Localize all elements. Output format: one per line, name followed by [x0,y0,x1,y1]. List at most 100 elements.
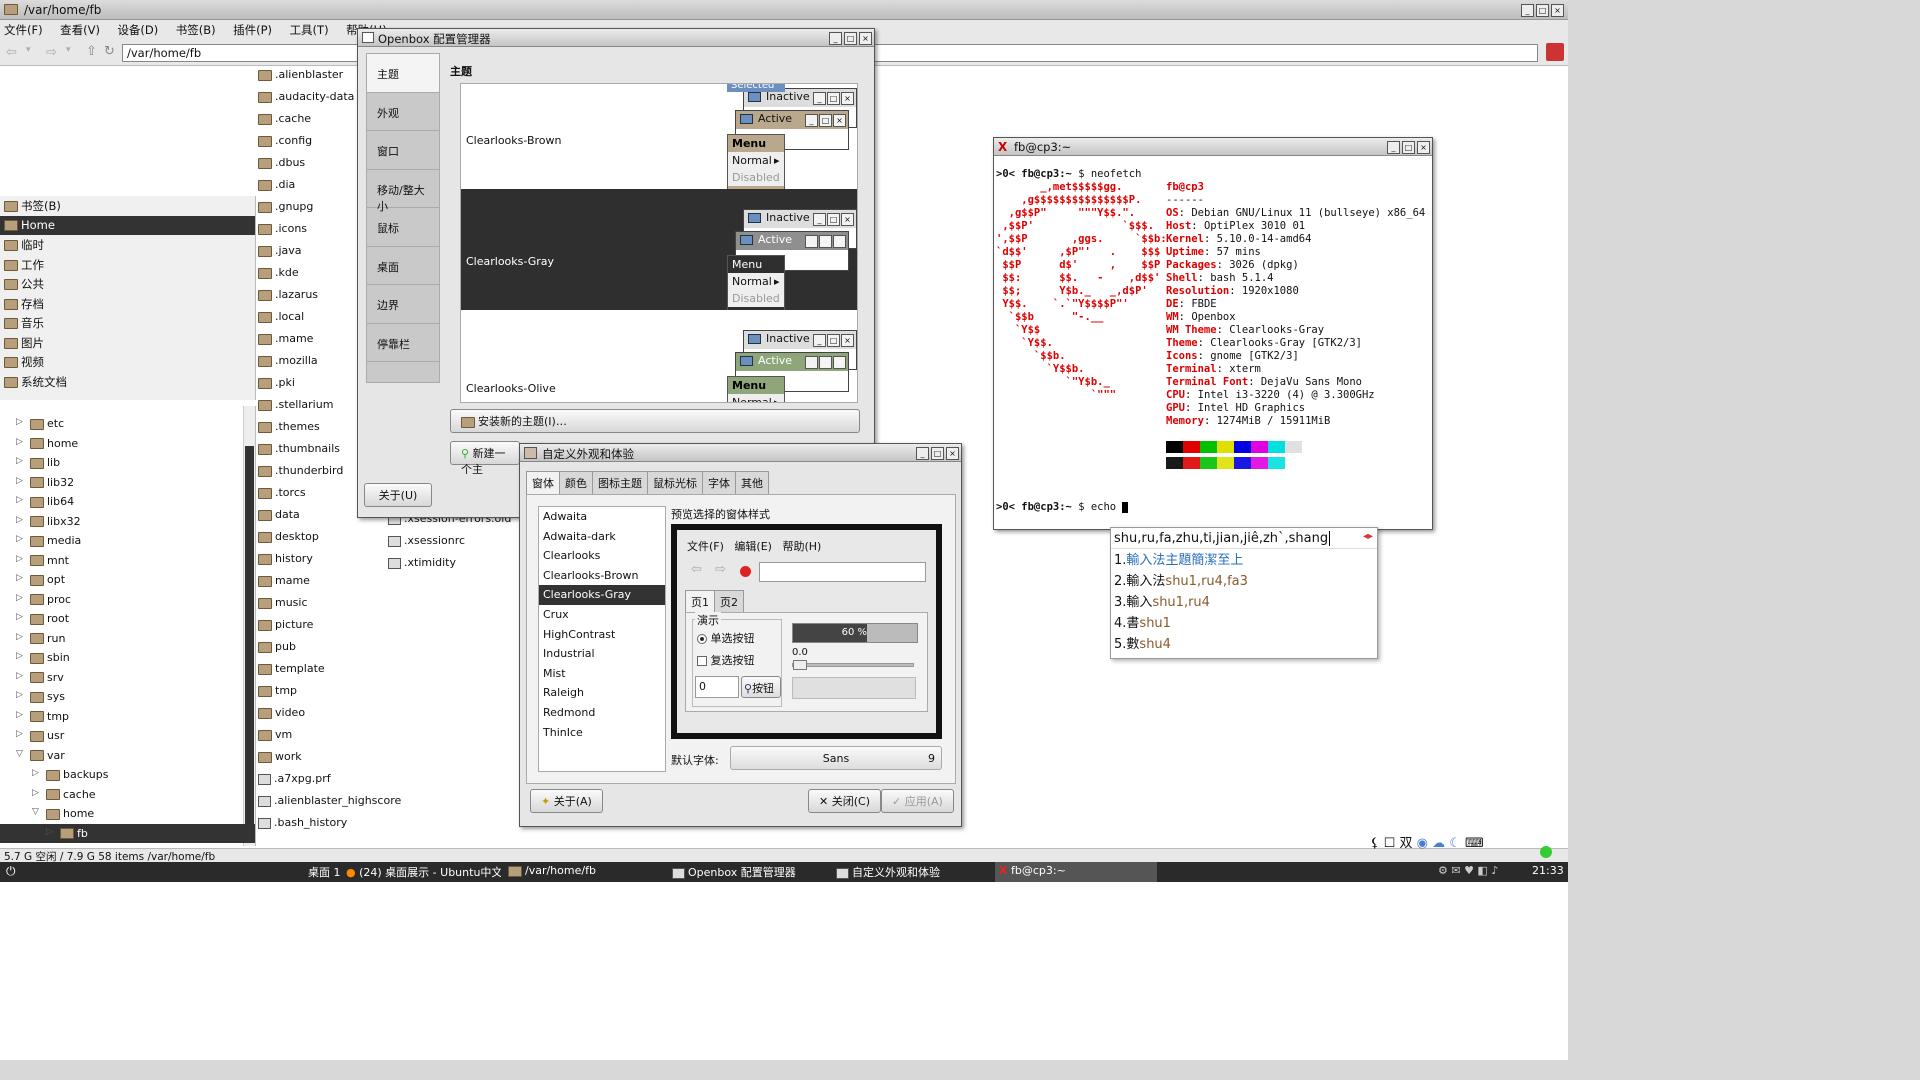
bookmark-item[interactable]: 音乐 [0,313,255,333]
ob-tab[interactable]: 窗口 [367,131,439,170]
menu-plugins[interactable]: 插件(P) [233,23,272,37]
theme-list-item[interactable]: Crux [539,605,665,625]
file-item[interactable]: vm [258,728,398,750]
install-theme-button[interactable]: 安装新的主题(I)… [450,409,860,433]
slider-handle[interactable] [793,660,807,670]
bookmark-item[interactable]: 系统文档 [0,372,255,392]
tree-row[interactable]: ▷ lib64 [0,492,255,512]
tree-row[interactable]: ▽ var [0,746,255,766]
file-item[interactable]: .xtimidity [388,556,508,578]
maximize-button[interactable]: □ [844,32,857,45]
collapsed-arrow-icon[interactable]: ▷ [16,612,23,622]
task-openbox[interactable]: Openbox 配置管理器 [672,864,796,880]
ob-tab[interactable]: 主题 [367,54,439,93]
menu-file[interactable]: 文件(F) [4,23,43,37]
bookmark-item[interactable]: 存档 [0,294,255,314]
collapsed-arrow-icon[interactable]: ▷ [16,534,23,544]
theme-list-item[interactable]: HighContrast [539,625,665,645]
bookmark-item[interactable]: Home [0,215,255,235]
fm-plugin-icon[interactable] [1546,43,1564,61]
tree-row[interactable]: ▷ sys [0,687,255,707]
menu-view[interactable]: 查看(V) [60,23,100,37]
bookmark-item[interactable]: 公共 [0,274,255,294]
theme-list-item[interactable]: Adwaita [539,507,665,527]
up-icon[interactable]: ⇧ [86,44,97,59]
ob-tab[interactable]: 边界 [367,285,439,324]
collapsed-arrow-icon[interactable]: ▷ [16,456,23,466]
ob-tab[interactable]: 外观 [367,93,439,131]
ob-tab[interactable]: 桌面 [367,247,439,285]
theme-list-item[interactable]: Mist [539,664,665,684]
maximize-button[interactable]: □ [931,447,944,460]
forward-icon[interactable]: ⇨ [715,562,726,577]
collapsed-arrow-icon[interactable]: ▷ [32,768,39,778]
ob-about-button[interactable]: 关于(U) [364,483,432,507]
tree-row[interactable]: ▷ opt [0,570,255,590]
ime-candidate-5[interactable]: 5.數shu4 [1111,633,1377,654]
theme-list-item[interactable]: Clearlooks [539,546,665,566]
file-item[interactable]: history [258,552,398,574]
tree-row[interactable]: ▷ home [0,434,255,454]
cu-tab[interactable]: 窗体 [526,471,560,496]
ime-mode-icon[interactable]: ☐ [1384,836,1396,851]
collapsed-arrow-icon[interactable]: ▷ [16,651,23,661]
ime-width-toggle[interactable]: 双 [1399,836,1412,851]
close-button[interactable]: × [946,447,959,460]
file-item[interactable]: desktop [258,530,398,552]
stop-icon[interactable] [740,566,751,577]
preview-url-input[interactable] [759,562,926,582]
cu-tab[interactable]: 鼠标光标 [647,471,703,494]
minimize-button[interactable]: _ [829,32,842,45]
tray-icons[interactable]: ⚙ ✉ ♥ ◧ ♪ [1438,864,1498,880]
tree-row[interactable]: ▷ mnt [0,551,255,571]
file-item[interactable]: tmp [258,684,398,706]
tree-row[interactable]: ▷ run [0,629,255,649]
menu-bookmarks[interactable]: 书签(B) [176,23,216,37]
collapsed-arrow-icon[interactable]: ▷ [46,827,53,837]
file-item[interactable]: template [258,662,398,684]
forward-icon[interactable]: ⇨ [46,45,57,60]
collapsed-arrow-icon[interactable]: ▷ [16,476,23,486]
cu-tab[interactable]: 其他 [735,471,769,494]
cu-about-button[interactable]: ✦ 关于(A) [530,789,603,813]
collapsed-arrow-icon[interactable]: ▷ [16,632,23,642]
ob-tab[interactable]: 移动/整大小 [367,170,439,213]
task-terminal[interactable]: X fb@cp3:~ [995,862,1157,882]
close-button[interactable]: × [1551,4,1564,17]
preview-menu-help[interactable]: 帮助(H) [782,540,821,553]
tree-row[interactable]: ▷ backups [0,765,255,785]
theme-list-item[interactable]: Adwaita-dark [539,527,665,547]
close-button[interactable]: × [1417,141,1430,154]
tree-row[interactable]: ▷ media [0,531,255,551]
minimize-button[interactable]: _ [916,447,929,460]
ob-tab[interactable]: 鼠标 [367,208,439,247]
file-item[interactable]: .a7xpg.prf [258,772,398,794]
expanded-arrow-icon[interactable]: ▽ [16,749,23,759]
chevron-down-icon[interactable]: ▾ [26,45,31,55]
collapsed-arrow-icon[interactable]: ▷ [16,495,23,505]
ime-moon-icon[interactable]: ☾ [1449,836,1461,851]
cu-close-button[interactable]: ✕ 关闭(C) [808,789,881,813]
theme-list-item[interactable]: Clearlooks-Brown [539,566,665,586]
file-item[interactable]: .bash_history [258,816,398,838]
preview-button[interactable]: ⚲按钮 [741,676,781,698]
theme-row[interactable]: Clearlooks-Olive Inactive _ □ × Active _ □ × Menu… [461,310,857,402]
collapsed-arrow-icon[interactable]: ▷ [16,593,23,603]
theme-list-item[interactable]: Clearlooks-Gray [539,585,665,605]
preview-menu-edit[interactable]: 编辑(E) [734,540,772,553]
widget-theme-list[interactable]: Adwaita Adwaita-dark Clearlooks Clearlooks-… [538,506,666,772]
file-item[interactable]: .alienblaster_highscore [258,794,401,816]
check-button[interactable]: 复选按钮 [697,652,755,668]
menu-devices[interactable]: 设备(D) [117,23,158,37]
theme-list-item[interactable]: Redmond [539,703,665,723]
ime-page-arrows[interactable]: ◂▸ [1363,531,1373,542]
collapsed-arrow-icon[interactable]: ▷ [16,515,23,525]
scale-slider[interactable] [792,660,914,670]
file-item[interactable]: picture [258,618,398,640]
new-theme-button[interactable]: ⚲ 新建一个主 [450,441,520,476]
collapsed-arrow-icon[interactable]: ▷ [16,710,23,720]
tree-row[interactable]: ▷ lib32 [0,473,255,493]
bookmark-item[interactable]: 书签(B) [0,196,255,216]
tree-row[interactable]: ▷ fb [0,823,255,843]
tree-row[interactable]: ▷ cache [0,785,255,805]
